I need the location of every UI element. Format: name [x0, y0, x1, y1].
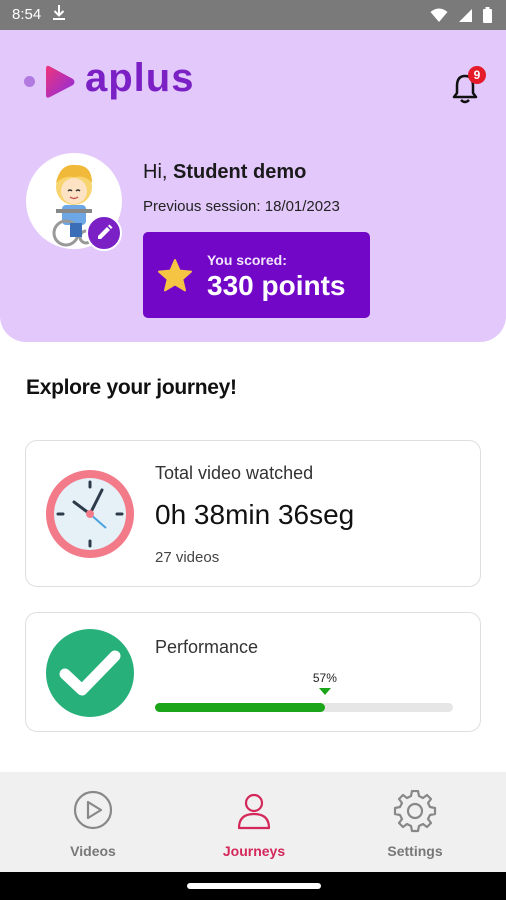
wifi-icon [430, 8, 448, 27]
clock-icon [46, 470, 134, 558]
performance-progress-bar [155, 703, 453, 712]
score-label: You scored: [207, 252, 287, 268]
score-value: 330 points [207, 270, 346, 301]
nav-settings[interactable]: Settings [355, 789, 475, 859]
greeting: Hi, Student demo [143, 161, 306, 184]
download-icon [52, 4, 66, 26]
nav-journeys[interactable]: Journeys [194, 790, 314, 859]
notification-badge: 9 [468, 66, 486, 84]
score-card: You scored: 330 points [143, 232, 370, 318]
profile-header: aplus 9 Hi, Student demo Previous sessio… [0, 30, 506, 342]
logo-play-icon [46, 65, 75, 98]
notifications-button[interactable]: 9 [446, 66, 486, 106]
play-circle-icon [73, 790, 113, 830]
video-watched-card[interactable]: Total video watched 0h 38min 36seg 27 vi… [25, 440, 481, 587]
nav-journeys-label: Journeys [222, 843, 286, 859]
system-nav-bar [0, 872, 506, 900]
person-icon [237, 793, 271, 830]
performance-card[interactable]: Performance 57% [25, 612, 481, 732]
home-gesture-handle[interactable] [187, 883, 321, 889]
performance-label: Performance [155, 637, 259, 657]
logo-dot [24, 76, 35, 87]
section-title: Explore your journey! [26, 376, 237, 399]
previous-session: Previous session: 18/01/2023 [143, 198, 340, 215]
progress-fill [155, 703, 325, 712]
gear-icon [393, 789, 437, 833]
video-count: 27 videos [155, 549, 220, 566]
pencil-icon [98, 224, 113, 239]
video-watched-label: Total video watched [155, 463, 314, 483]
signal-icon [458, 8, 473, 27]
watch-duration: 0h 38min 36seg [155, 499, 355, 530]
progress-marker [318, 688, 331, 695]
aplus-logo: aplus [24, 56, 194, 101]
logo-text: aplus [85, 56, 195, 100]
status-time: 8:54 [12, 6, 42, 23]
edit-avatar-button[interactable] [86, 215, 122, 251]
nav-videos[interactable]: Videos [33, 790, 153, 859]
nav-videos-label: Videos [70, 843, 116, 859]
status-bar: 8:54 [0, 0, 506, 30]
greeting-prefix: Hi, [143, 161, 173, 183]
bottom-nav: Videos Journeys Settings [0, 772, 506, 872]
star-icon [158, 259, 192, 292]
user-name: Student demo [173, 161, 307, 183]
checkmark-icon [46, 629, 134, 717]
performance-percent: 57% [312, 671, 337, 685]
battery-icon [483, 7, 492, 27]
nav-settings-label: Settings [387, 843, 443, 859]
